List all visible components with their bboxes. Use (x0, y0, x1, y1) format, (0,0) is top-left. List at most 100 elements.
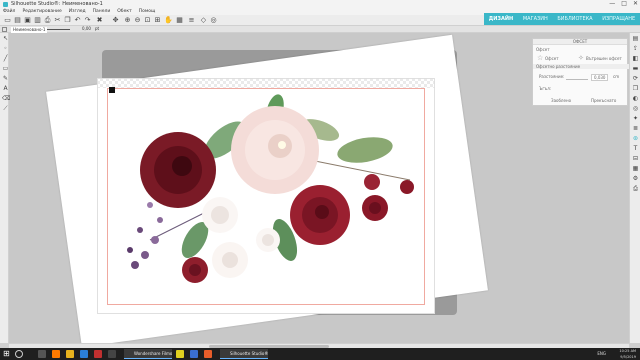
taskbar-silhouette[interactable]: Silhouette Studio®... (220, 349, 268, 359)
settings-icon[interactable]: ⚙ (632, 175, 639, 182)
distance-unit: cm (613, 74, 620, 79)
corner-round-option[interactable]: Заоблено (551, 98, 571, 103)
maximize-button[interactable]: □ (621, 0, 627, 7)
registration-hatch (97, 78, 435, 88)
stroke-width-value[interactable]: 0,00 (82, 26, 91, 31)
align-panel-icon[interactable]: ⊟ (632, 155, 639, 162)
knife-tool-icon[interactable]: ⟋ (2, 105, 9, 112)
menu-help[interactable]: Помощ (139, 9, 156, 14)
print-cut-icon[interactable]: ⎙ (632, 185, 639, 192)
search-icon[interactable] (15, 350, 23, 358)
pencil-tool-icon[interactable]: ✎ (2, 75, 9, 82)
pan-icon[interactable]: ✋ (164, 17, 173, 24)
rectangle-tool-icon[interactable]: ▭ (2, 65, 9, 72)
panel-title: ОФСЕТ (533, 39, 627, 45)
menu-panels[interactable]: Панели (93, 9, 111, 14)
windows-taskbar: ⊞ Wondershare Filmo... Silhouette Studio… (0, 348, 640, 360)
fit-page-icon[interactable]: ⊞ (154, 17, 161, 24)
library-icon[interactable]: ▥ (34, 17, 41, 24)
taskbar-filmora[interactable]: Wondershare Filmo... (124, 349, 172, 359)
save-icon[interactable]: ▣ (24, 17, 31, 24)
trace-panel-icon[interactable]: ✦ (632, 115, 639, 122)
grid-icon[interactable]: ▦ (176, 17, 183, 24)
internal-offset-option[interactable]: Вътрешен офсет (586, 56, 622, 61)
menu-view[interactable]: Изглед (69, 9, 86, 14)
language-indicator[interactable]: ENG (597, 351, 606, 357)
app-icon-3[interactable] (108, 350, 116, 358)
offset-active-icon[interactable]: ⊛ (632, 135, 639, 142)
corner-label: Ъгъл: (539, 86, 552, 91)
left-tool-strip: ↖ ◦ ╱ ▭ ✎ A ⌫ ⟋ (0, 33, 10, 343)
redo-icon[interactable]: ↷ (84, 17, 91, 24)
offset-star-icon[interactable]: ☆ (537, 54, 543, 62)
line-color-icon[interactable]: ▬ (632, 65, 639, 72)
corner-sharp-option[interactable]: Прекъснато (591, 98, 616, 103)
app-icon (3, 1, 8, 7)
close-button[interactable]: ✕ (633, 0, 638, 7)
undo-icon[interactable]: ↶ (74, 17, 81, 24)
windows-start-icon[interactable]: ⊞ (3, 350, 11, 358)
trace-icon[interactable]: ◎ (210, 17, 217, 24)
flower-bouquet-image[interactable] (110, 90, 430, 300)
clock-date[interactable]: 9/5/2019 (619, 354, 636, 360)
distance-input[interactable]: 0,030 (591, 74, 609, 81)
stroke-unit: pt (95, 26, 100, 31)
firefox-icon[interactable] (52, 350, 60, 358)
title-bar: Silhouette Studio®: Неименовано-1 — □ ✕ (0, 0, 640, 8)
select-icon[interactable]: ✥ (112, 17, 119, 24)
transform-icon[interactable]: ⟳ (632, 75, 639, 82)
offset-panel: ОФСЕТ Офсет ☆ Офсет ✧ Вътрешен офсет Офс… (532, 38, 629, 106)
app-icon-5[interactable] (190, 350, 198, 358)
send-icon[interactable]: ⇪ (632, 45, 639, 52)
app-icon-1[interactable] (80, 350, 88, 358)
menu-edit[interactable]: Редактирование (22, 9, 61, 14)
window-title: Silhouette Studio®: Неименовано-1 (11, 1, 103, 7)
line-tool-icon[interactable]: ╱ (2, 55, 9, 62)
mode-send-tab[interactable]: ИЗПРАЩАНЕ (602, 16, 635, 22)
print-icon[interactable]: ⎙ (44, 17, 51, 24)
document-tab-label: Неименовано-1 (13, 27, 46, 32)
app-icon-4[interactable] (176, 350, 184, 358)
open-file-icon[interactable]: ▤ (14, 17, 21, 24)
mode-library-tab[interactable]: БИБЛИОТЕКА (557, 16, 592, 22)
cut-icon[interactable]: ✂ (54, 17, 61, 24)
options-bar: 0,00 pt (0, 26, 640, 33)
page-setup-icon[interactable]: ▤ (632, 35, 639, 42)
mode-design-tab[interactable]: ДИЗАЙН (489, 16, 513, 22)
new-file-icon[interactable]: ▭ (4, 17, 11, 24)
task-view-icon[interactable] (38, 350, 46, 358)
distance-label: Разстояние: (539, 74, 565, 79)
modify-icon[interactable]: ◐ (632, 95, 639, 102)
zoom-out-icon[interactable]: ⊖ (134, 17, 141, 24)
system-tray: ENG 10:25 AM 9/5/2019 (597, 348, 636, 360)
fill-color-icon[interactable]: ◧ (632, 55, 639, 62)
delete-icon[interactable]: ✖ (96, 17, 103, 24)
text-style-icon[interactable]: T (632, 145, 639, 152)
menu-file[interactable]: Файл (3, 9, 15, 14)
minimize-button[interactable]: — (609, 0, 615, 7)
mode-bar: ДИЗАЙН МАГАЗИН БИБЛИОТЕКА ИЗПРАЩАНЕ (484, 13, 640, 25)
distance-slider[interactable] (566, 79, 588, 80)
select-tool-icon[interactable]: ↖ (2, 35, 9, 42)
zoom-in-icon[interactable]: ⊕ (124, 17, 131, 24)
offset-icon[interactable]: ◎ (632, 105, 639, 112)
zoom-box-icon[interactable]: ⊡ (144, 17, 151, 24)
right-panel-strip: ▤ ⇪ ◧ ▬ ⟳ ❐ ◐ ◎ ✦ ≣ ⊛ T ⊟ ▦ ⚙ ⎙ (629, 33, 640, 343)
replicate-icon[interactable]: ❐ (632, 85, 639, 92)
layers-icon[interactable]: ≣ (632, 125, 639, 132)
library-panel-icon[interactable]: ▦ (632, 165, 639, 172)
internal-offset-icon[interactable]: ✧ (578, 54, 584, 62)
eraser-tool-icon[interactable]: ⌫ (2, 95, 10, 102)
line-color-swatch[interactable] (2, 27, 7, 32)
point-edit-icon[interactable]: ◦ (2, 45, 9, 52)
text-tool-icon[interactable]: A (2, 85, 9, 92)
copy-icon[interactable]: ❐ (64, 17, 71, 24)
app-icon-2[interactable] (94, 350, 102, 358)
offset-option[interactable]: Офсет (545, 56, 559, 61)
shape-icon[interactable]: ◇ (200, 17, 207, 24)
mode-store-tab[interactable]: МАГАЗИН (523, 16, 548, 22)
file-explorer-icon[interactable] (66, 350, 74, 358)
align-icon[interactable]: ≡ (188, 17, 195, 24)
menu-object[interactable]: Обект (117, 9, 131, 14)
app-icon-6[interactable] (204, 350, 212, 358)
